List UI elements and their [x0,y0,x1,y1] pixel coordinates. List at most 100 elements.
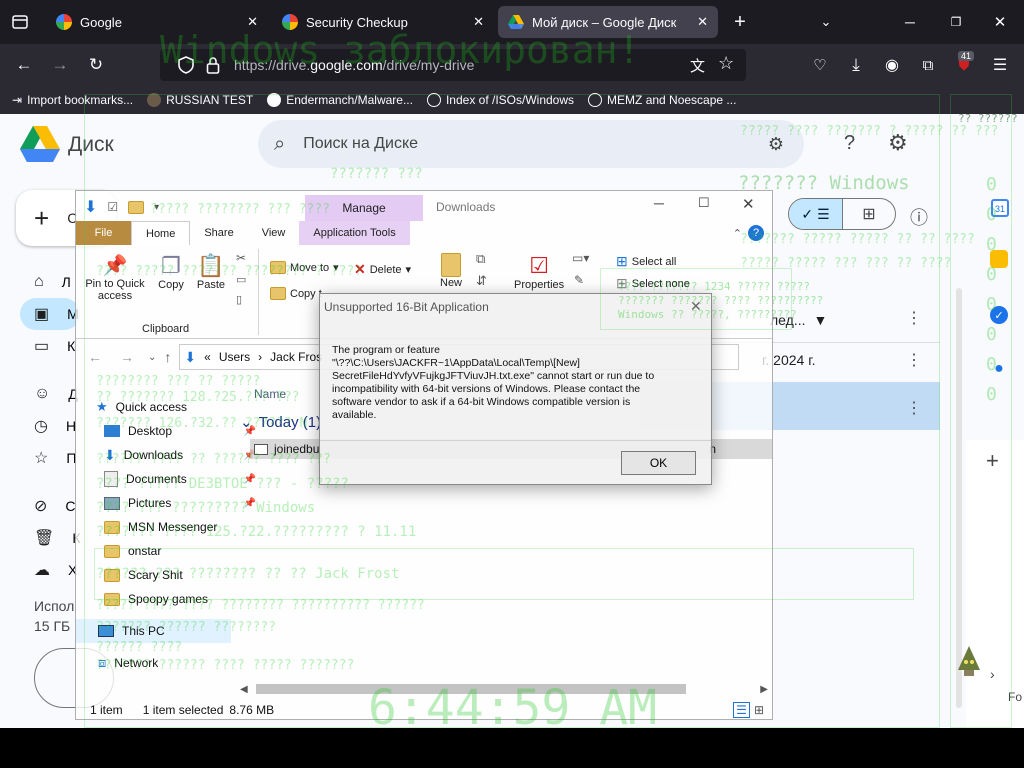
edit-icon[interactable]: ✎ [574,273,584,287]
scroll-left-icon[interactable]: ◀ [240,684,248,695]
info-icon[interactable]: ⓘ [910,204,928,230]
large-icons-view-icon[interactable]: ⊞ [754,703,764,717]
dialog-close-button[interactable]: ✕ [690,298,702,315]
column-header-name[interactable]: Name [254,387,286,401]
select-all-button[interactable]: ⊞ Select all [616,253,676,270]
search-options-icon[interactable]: ⚙ [768,134,784,155]
left-menu-item[interactable]: ☆ П [34,442,80,474]
breadcrumb-item[interactable]: Jack Fros [270,350,322,364]
nav-folder[interactable]: onstar [96,539,256,563]
ribbon-tab-home[interactable]: Home [131,221,191,245]
scroll-thumb[interactable] [255,684,686,694]
cut-scissors-icon[interactable]: ✂ [236,251,246,265]
ribbon-tab-file[interactable]: File [76,221,131,245]
ok-button[interactable]: OK [621,451,696,475]
nav-this-pc[interactable]: This PC [76,619,231,643]
nav-quick-access[interactable]: ★ Quick access [96,395,256,419]
new-folder-button[interactable]: New [440,253,462,289]
paste-button[interactable]: 📋 Paste [194,253,228,291]
explorer-close-button[interactable]: ✕ [742,195,755,213]
breadcrumb-item[interactable]: Users [219,350,250,364]
pin-quick-access-button[interactable]: 📌 Pin to Quick access [82,253,148,302]
nav-desktop[interactable]: Desktop 📌 [96,419,256,443]
back-arrow-icon[interactable]: ← [88,349,102,365]
properties-check-icon[interactable]: ☑ [107,200,118,214]
add-addon-icon[interactable]: + [986,448,999,474]
shield-icon[interactable] [178,56,194,79]
delete-button[interactable]: ✕ Delete ▾ [354,261,411,278]
chevron-right-icon[interactable]: › [990,666,995,682]
bookmark-item[interactable]: Index of /ISOs/Windows [426,93,574,107]
help-icon[interactable]: ? [844,132,855,155]
more-vert-icon[interactable]: ⋮ [906,350,922,370]
left-menu-item[interactable]: 🗑К [34,522,80,554]
more-vert-icon[interactable]: ⋮ [906,398,922,418]
list-tabs-chevron-icon[interactable]: ⌄ [812,8,840,36]
nav-folder[interactable]: Spoopy games [96,587,256,611]
forward-arrow-icon[interactable]: → [46,51,74,79]
new-item-icon[interactable]: ⧉ [476,251,485,267]
ribbon-tab-view[interactable]: View [248,221,300,245]
ribbon-collapse-icon[interactable]: ⌃ [733,227,742,240]
tab-google-drive[interactable]: Мой диск – Google Диск ✕ [498,6,718,38]
settings-gear-icon[interactable]: ⚙ [888,130,908,156]
new-tab-button[interactable]: + [726,8,754,36]
nav-documents[interactable]: Documents 📌 [96,467,256,491]
left-menu-item[interactable]: ◷ Н [34,410,80,442]
more-vert-icon[interactable]: ⋮ [906,308,922,328]
grid-view-button[interactable]: ⊞ [841,199,895,229]
properties-button[interactable]: ☑ Properties [514,253,564,291]
paste-shortcut-icon[interactable]: ▯ [236,293,242,306]
explorer-minimize-button[interactable]: ─ [654,195,664,211]
nav-folder[interactable]: Scary Shit [96,563,256,587]
reload-icon[interactable]: ↻ [82,51,110,79]
restore-window-button[interactable]: ❐ [942,8,970,36]
back-arrow-icon[interactable]: ← [10,51,38,79]
bookmark-item[interactable]: MEMZ and Noescape ... [588,93,736,107]
copy-to-button[interactable]: Copy t [270,287,322,300]
list-view-button[interactable]: ✓ ☰ [789,199,842,229]
nav-pictures[interactable]: Pictures 📌 [96,491,256,515]
tab-google[interactable]: Google ✕ [46,6,268,38]
tab-close-icon[interactable]: ✕ [697,14,708,30]
nav-folder[interactable]: MSN Messenger [96,515,256,539]
calendar-icon[interactable]: 31 [990,198,1010,218]
explorer-maximize-button[interactable]: ☐ [698,195,710,211]
left-menu-item[interactable]: ☺ Д [34,378,80,410]
forward-arrow-icon[interactable]: → [120,349,134,365]
tab-close-icon[interactable]: ✕ [247,14,258,30]
tasks-icon[interactable]: ✓ [990,306,1008,324]
download-arrow-icon[interactable]: ⬇ [84,197,97,217]
minimize-window-button[interactable]: ─ [896,8,924,36]
help-icon[interactable]: ? [748,225,764,241]
tab-overview-icon[interactable] [6,8,34,36]
lock-icon[interactable] [206,56,220,79]
copy-button[interactable]: ❐ Copy [154,253,188,291]
nav-network[interactable]: ⧈ Network [98,651,158,675]
up-arrow-icon[interactable]: ↑ [164,349,171,365]
account-icon[interactable]: ◉ [878,51,906,79]
manage-tab-header[interactable]: Manage [305,195,423,221]
ribbon-tab-share[interactable]: Share [190,221,247,245]
group-header[interactable]: ⌄ Today (1) [240,413,321,432]
left-menu-item[interactable]: ⌂ Л [34,266,80,298]
page-scrollbar[interactable] [956,288,962,708]
ribbon-tab-application-tools[interactable]: Application Tools [299,221,410,245]
bookmark-item[interactable]: ⇥ Import bookmarks... [12,93,133,107]
left-menu-item[interactable]: ▭ К [34,330,80,362]
close-window-button[interactable]: ✕ [986,8,1014,36]
nav-downloads[interactable]: ⬇Downloads📌 [96,443,256,467]
bookmark-star-icon[interactable]: ☆ [718,53,734,74]
open-icon[interactable]: ▭▾ [572,251,589,265]
extensions-icon[interactable]: ⧉ [914,51,942,79]
drive-search-bar[interactable]: ⌕ Поиск на Диске ⚙ [258,120,804,168]
contacts-icon[interactable]: ● [990,360,1008,378]
left-menu-item[interactable]: ⊘ С [34,490,80,522]
recent-chevron-icon[interactable]: ⌄ [148,352,156,363]
copy-path-icon[interactable]: ▭ [236,273,246,286]
tab-security-checkup[interactable]: Security Checkup ✕ [272,6,494,38]
move-to-button[interactable]: Move to ▾ [270,261,339,274]
left-menu-item[interactable]: ▣ М [20,298,81,330]
easy-access-icon[interactable]: ⇵ [476,273,487,289]
select-none-button[interactable]: ⊞ Select none [616,275,690,292]
